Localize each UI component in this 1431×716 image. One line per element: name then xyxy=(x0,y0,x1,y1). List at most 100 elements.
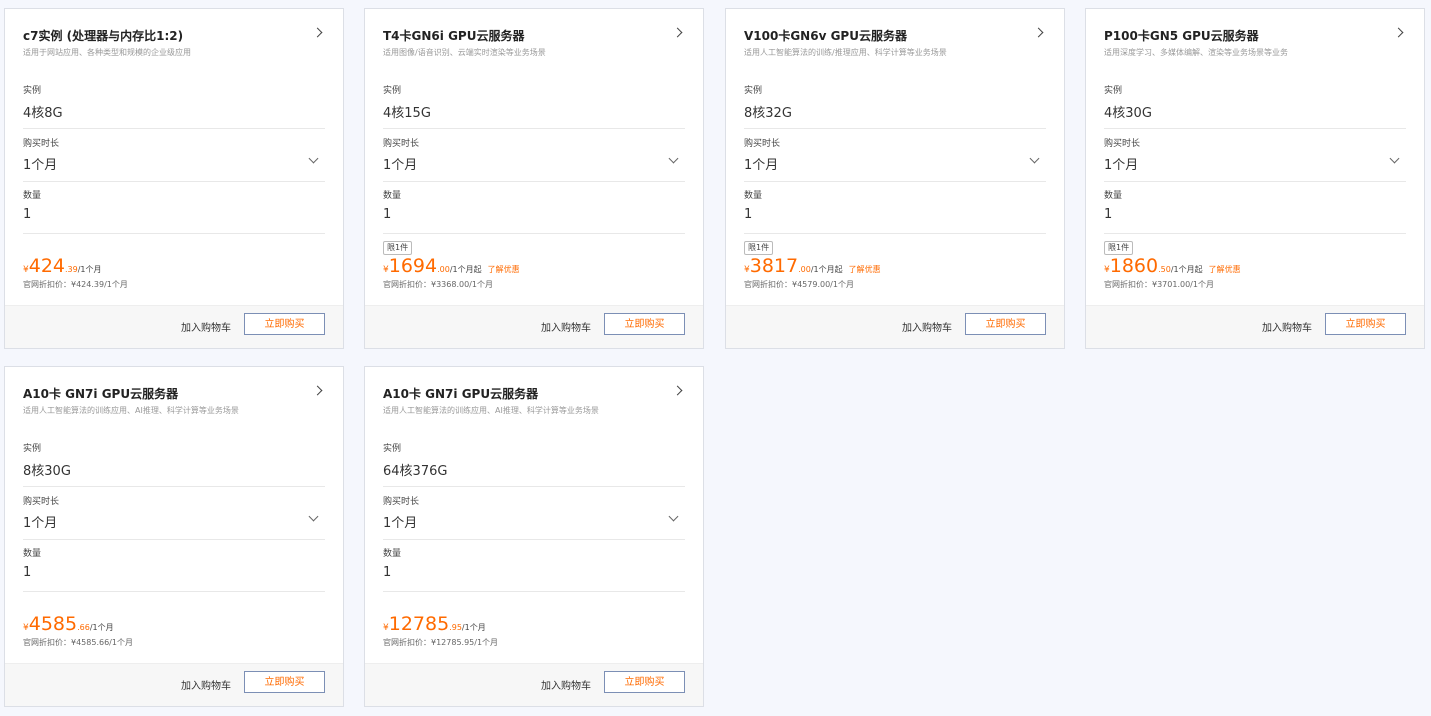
instance-value: 4核30G xyxy=(1104,106,1152,121)
quantity-input[interactable]: 1 xyxy=(1104,207,1112,222)
product-card-4: P100卡GN5 GPU云服务器 适用深度学习、多媒体编解、渲染等业务场景等业务… xyxy=(1085,8,1425,349)
card-header[interactable]: A10卡 GN7i GPU云服务器 xyxy=(383,383,685,403)
quantity-input[interactable]: 1 xyxy=(383,565,391,580)
instance-label: 实例 xyxy=(23,86,42,96)
limit-badge: 限1件 xyxy=(383,241,413,255)
card-header[interactable]: c7实例 (处理器与内存比1:2) xyxy=(23,25,325,45)
duration-select[interactable]: 1个月 xyxy=(383,510,685,532)
card-description: 适用人工智能算法的训练应用、AI推理、科学计算等业务场景 xyxy=(383,406,599,415)
duration-select[interactable]: 1个月 xyxy=(23,152,325,174)
divider xyxy=(23,233,325,234)
card-header[interactable]: V100卡GN6v GPU云服务器 xyxy=(744,25,1046,45)
official-price: 官网折扣价：¥4585.66/1个月 xyxy=(23,638,133,647)
official-price: 官网折扣价：¥3701.00/1个月 xyxy=(1104,280,1214,289)
duration-value: 1个月 xyxy=(23,158,58,173)
product-card-2: T4卡GN6i GPU云服务器 适用图像/语音识别、云端实时渲染等业务场景 实例… xyxy=(364,8,704,349)
quantity-input[interactable]: 1 xyxy=(383,207,391,222)
add-to-cart-button[interactable]: 加入购物车 xyxy=(181,319,231,334)
price-decimal: .95 xyxy=(449,623,462,632)
buy-now-button[interactable]: 立即购买 xyxy=(604,671,685,693)
duration-value: 1个月 xyxy=(383,516,418,531)
divider xyxy=(383,128,685,129)
instance-label: 实例 xyxy=(1104,86,1123,96)
add-to-cart-button[interactable]: 加入购物车 xyxy=(902,319,952,334)
card-title: A10卡 GN7i GPU云服务器 xyxy=(23,387,179,401)
price-decimal: .00 xyxy=(798,265,811,274)
quantity-input[interactable]: 1 xyxy=(23,207,31,222)
add-to-cart-button[interactable]: 加入购物车 xyxy=(541,677,591,692)
buy-now-button[interactable]: 立即购买 xyxy=(244,313,325,335)
card-footer: 加入购物车 立即购买 xyxy=(365,305,703,348)
chevron-right-icon[interactable] xyxy=(672,27,683,38)
chevron-right-icon[interactable] xyxy=(312,385,323,396)
duration-select[interactable]: 1个月 xyxy=(23,510,325,532)
buy-now-button[interactable]: 立即购买 xyxy=(1325,313,1406,335)
price-unit: /1个月 xyxy=(77,265,102,274)
limit-badge: 限1件 xyxy=(744,241,774,255)
duration-label: 购买时长 xyxy=(383,497,420,507)
duration-select[interactable]: 1个月 xyxy=(1104,152,1406,174)
price-unit: /1个月起 xyxy=(810,265,843,274)
quantity-label: 数量 xyxy=(383,191,402,201)
duration-label: 购买时长 xyxy=(1104,139,1141,149)
quantity-label: 数量 xyxy=(23,191,42,201)
chevron-right-icon[interactable] xyxy=(1393,27,1404,38)
chevron-right-icon[interactable] xyxy=(1033,27,1044,38)
promo-link[interactable]: 了解优惠 xyxy=(488,265,520,274)
duration-value: 1个月 xyxy=(744,158,779,173)
card-description: 适用人工智能算法的训练应用、AI推理、科学计算等业务场景 xyxy=(23,406,239,415)
duration-select[interactable]: 1个月 xyxy=(744,152,1046,174)
card-footer: 加入购物车 立即购买 xyxy=(726,305,1064,348)
chevron-down-icon xyxy=(308,511,319,522)
price-unit: /1个月 xyxy=(89,623,114,632)
add-to-cart-button[interactable]: 加入购物车 xyxy=(1262,319,1312,334)
divider xyxy=(23,486,325,487)
card-description: 适用图像/语音识别、云端实时渲染等业务场景 xyxy=(383,48,546,57)
buy-now-button[interactable]: 立即购买 xyxy=(244,671,325,693)
quantity-label: 数量 xyxy=(23,549,42,559)
quantity-input[interactable]: 1 xyxy=(744,207,752,222)
chevron-down-icon xyxy=(668,511,679,522)
buy-now-button[interactable]: 立即购买 xyxy=(604,313,685,335)
card-title: c7实例 (处理器与内存比1:2) xyxy=(23,29,184,43)
divider xyxy=(744,128,1046,129)
card-description: 适用人工智能算法的训练/推理应用、科学计算等业务场景 xyxy=(744,48,947,57)
add-to-cart-button[interactable]: 加入购物车 xyxy=(541,319,591,334)
price-integer: 3817 xyxy=(749,255,799,277)
card-header[interactable]: T4卡GN6i GPU云服务器 xyxy=(383,25,685,45)
price-integer: 12785 xyxy=(388,613,450,635)
duration-label: 购买时长 xyxy=(383,139,420,149)
divider xyxy=(23,181,325,182)
chevron-right-icon[interactable] xyxy=(672,385,683,396)
buy-now-button[interactable]: 立即购买 xyxy=(965,313,1046,335)
add-to-cart-button[interactable]: 加入购物车 xyxy=(181,677,231,692)
product-card-1: c7实例 (处理器与内存比1:2) 适用于网站应用、各种类型和规模的企业级应用 … xyxy=(4,8,344,349)
card-header[interactable]: A10卡 GN7i GPU云服务器 xyxy=(23,383,325,403)
duration-select[interactable]: 1个月 xyxy=(383,152,685,174)
divider xyxy=(383,233,685,234)
divider xyxy=(383,591,685,592)
divider xyxy=(744,233,1046,234)
promo-link[interactable]: 了解优惠 xyxy=(849,265,881,274)
price-decimal: .50 xyxy=(1158,265,1171,274)
official-price: 官网折扣价：¥12785.95/1个月 xyxy=(383,638,499,647)
price-integer: 424 xyxy=(28,255,65,277)
quantity-input[interactable]: 1 xyxy=(23,565,31,580)
duration-value: 1个月 xyxy=(23,516,58,531)
price-integer: 4585 xyxy=(28,613,78,635)
card-footer: 加入购物车 立即购买 xyxy=(365,663,703,706)
card-header[interactable]: P100卡GN5 GPU云服务器 xyxy=(1104,25,1406,45)
chevron-right-icon[interactable] xyxy=(312,27,323,38)
duration-value: 1个月 xyxy=(1104,158,1139,173)
quantity-label: 数量 xyxy=(744,191,763,201)
price-unit: /1个月起 xyxy=(1170,265,1203,274)
promo-link[interactable]: 了解优惠 xyxy=(1209,265,1241,274)
divider xyxy=(744,181,1046,182)
duration-value: 1个月 xyxy=(383,158,418,173)
divider xyxy=(383,181,685,182)
instance-value: 4核15G xyxy=(383,106,431,121)
card-description: 适用深度学习、多媒体编解、渲染等业务场景等业务 xyxy=(1104,48,1288,57)
quantity-label: 数量 xyxy=(383,549,402,559)
quantity-label: 数量 xyxy=(1104,191,1123,201)
official-price: 官网折扣价：¥4579.00/1个月 xyxy=(744,280,854,289)
